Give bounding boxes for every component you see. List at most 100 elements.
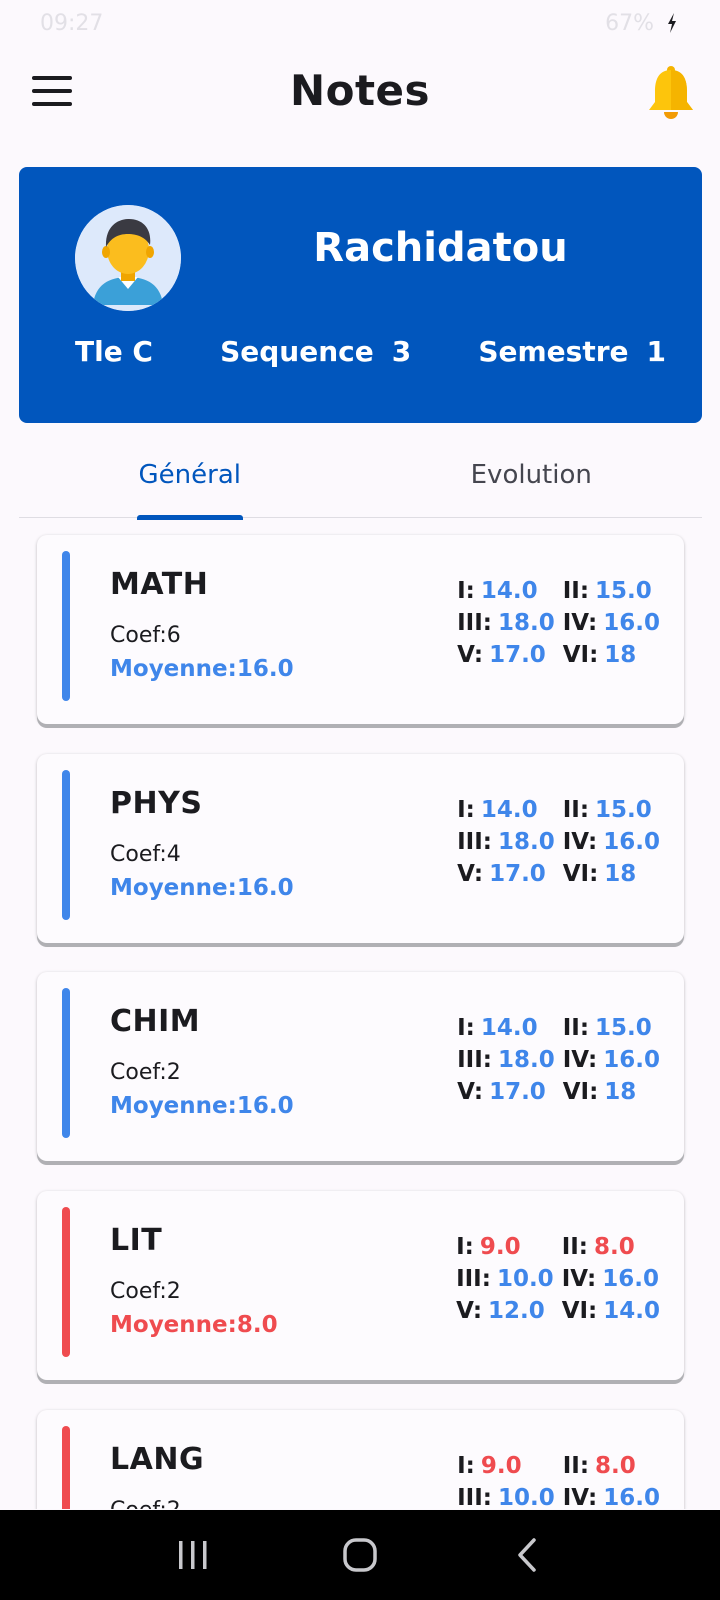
tab-evolution[interactable]: Evolution xyxy=(361,432,703,517)
grade-label: I: xyxy=(456,1234,474,1260)
subjects-list[interactable]: MATH Coef:6 Moyenne:16.0 I: 14.0 II: 15.0 III: 1… xyxy=(0,519,720,1509)
grade-item: I: 14.0 xyxy=(457,1014,555,1042)
back-icon xyxy=(517,1538,536,1572)
grade-value: 14.0 xyxy=(480,1015,538,1041)
grade-label: IV: xyxy=(561,1266,597,1292)
grade-label: III: xyxy=(457,829,492,855)
recent-apps-button[interactable] xyxy=(163,1525,223,1585)
page-title: Notes xyxy=(289,65,431,115)
grade-item: II: 15.0 xyxy=(563,1014,660,1042)
grade-label: V: xyxy=(457,642,484,668)
grade-item: VI: 18 xyxy=(563,1078,660,1106)
subject-card[interactable]: LANGCoef:2Moyenne:8.0I:9.0II:8.0III:10.0… xyxy=(37,1410,684,1509)
subject-card[interactable]: PHYS Coef:4 Moyenne:16.0 I: 14.0 II: 15.0 III: 1… xyxy=(37,754,684,943)
semestre-value: 1 xyxy=(646,335,666,368)
status-time: 09:27 xyxy=(40,10,104,36)
grade-item: VI: 18 xyxy=(563,860,660,888)
sequence-grades: I: 14.0 II: 15.0 III: 18.0 IV: 16.0 V: 17.0 VI: 18 xyxy=(457,796,660,888)
grade-value: 18 xyxy=(604,1079,637,1105)
app-bar: Notes xyxy=(0,46,720,134)
subject-card[interactable]: LIT Coef:2 Moyenne:8.0 I: 9.0 II: 8.0 III: 10.0 I… xyxy=(37,1191,684,1380)
menu-icon-line xyxy=(32,102,72,106)
grade-value: 18.0 xyxy=(497,1047,555,1073)
menu-icon-line xyxy=(32,76,72,80)
grade-item: V: 17.0 xyxy=(457,860,555,888)
grade-value: 9.0 xyxy=(480,1453,522,1479)
grade-value: 17.0 xyxy=(489,1079,546,1105)
menu-icon-line xyxy=(32,89,72,93)
grade-value: 16.0 xyxy=(603,610,660,636)
grade-label: IV: xyxy=(562,829,598,855)
grade-label: VI: xyxy=(562,1079,599,1105)
grade-item: V: 17.0 xyxy=(457,641,555,669)
grade-label: IV: xyxy=(562,1047,598,1073)
subject-card[interactable]: MATH Coef:6 Moyenne:16.0 I: 14.0 II: 15.0 III: 1… xyxy=(37,535,684,724)
grade-item: II: 8.0 xyxy=(563,1452,660,1480)
grade-value: 18.0 xyxy=(497,610,555,636)
home-icon xyxy=(343,1538,377,1572)
subject-name: MATH xyxy=(110,567,209,602)
status-accent-bar xyxy=(62,551,70,701)
grade-item: II: 15.0 xyxy=(563,796,660,824)
grade-value: 8.0 xyxy=(595,1453,636,1479)
grade-item: III: 10.0 xyxy=(457,1484,555,1509)
sequence-value: 3 xyxy=(391,335,412,368)
tab-general[interactable]: Général xyxy=(19,432,361,517)
grade-value: 14.0 xyxy=(480,578,538,604)
grade-value: 10.0 xyxy=(497,1485,555,1509)
sequence-info: Sequence 3 xyxy=(220,335,411,368)
battery-icon xyxy=(668,13,676,33)
status-accent-bar xyxy=(62,988,70,1138)
avatar xyxy=(75,205,181,311)
grade-value: 16.0 xyxy=(603,1047,660,1073)
battery-level: 67% xyxy=(605,10,654,36)
recent-apps-icon xyxy=(179,1541,207,1569)
sequence-grades: I: 9.0 II: 8.0 III: 10.0 IV: 16.0 xyxy=(457,1452,660,1509)
grade-value: 18 xyxy=(604,642,637,668)
grade-value: 18 xyxy=(604,861,637,887)
home-button[interactable] xyxy=(330,1525,390,1585)
grade-value: 16.0 xyxy=(603,829,660,855)
notifications-button[interactable] xyxy=(644,64,698,122)
grade-value: 18.0 xyxy=(497,829,555,855)
grade-item: II: 8.0 xyxy=(562,1233,660,1261)
grade-label: IV: xyxy=(562,1485,598,1509)
student-info-row: Tle C Sequence 3 Semestre 1 xyxy=(75,335,666,368)
tab-bar: Général Evolution xyxy=(19,432,703,520)
grade-label: VI: xyxy=(562,642,599,668)
grade-item: V: 17.0 xyxy=(457,1078,555,1106)
subject-coefficient: Coef:4 xyxy=(110,842,181,867)
grade-item: V: 12.0 xyxy=(456,1297,554,1325)
grade-label: III: xyxy=(457,610,492,636)
bell-icon xyxy=(649,66,693,119)
subject-average: Moyenne:16.0 xyxy=(110,875,294,901)
grade-item: III: 10.0 xyxy=(456,1265,554,1293)
status-indicators: 67% xyxy=(605,11,680,36)
grade-label: II: xyxy=(562,1015,590,1041)
grade-label: II: xyxy=(562,797,590,823)
student-avatar-icon xyxy=(75,205,181,311)
system-navigation-bar xyxy=(0,1510,720,1600)
grade-value: 10.0 xyxy=(496,1266,554,1292)
grade-value: 16.0 xyxy=(603,1485,660,1509)
status-accent-bar xyxy=(62,1426,70,1509)
subject-card[interactable]: CHIM Coef:2 Moyenne:16.0 I: 14.0 II: 15.0 III: 1… xyxy=(37,972,684,1161)
grade-label: IV: xyxy=(562,610,598,636)
back-button[interactable] xyxy=(497,1525,557,1585)
student-name: Rachidatou xyxy=(313,225,568,271)
grade-label: III: xyxy=(457,1047,492,1073)
grade-label: I: xyxy=(457,578,475,604)
grade-value: 15.0 xyxy=(595,578,652,604)
status-accent-bar xyxy=(62,1207,70,1357)
menu-button[interactable] xyxy=(32,76,72,106)
subject-coefficient: Coef:2 xyxy=(110,1060,181,1085)
subject-coefficient: Coef:6 xyxy=(110,623,181,648)
grade-item: III: 18.0 xyxy=(457,828,555,856)
class-label: Tle C xyxy=(75,335,153,368)
grade-label: II: xyxy=(562,578,590,604)
grade-item: I: 14.0 xyxy=(457,796,555,824)
grade-label: V: xyxy=(456,1298,483,1324)
grade-item: II: 15.0 xyxy=(563,577,660,605)
sequence-grades: I: 14.0 II: 15.0 III: 18.0 IV: 16.0 V: 17.0 VI: 18 xyxy=(457,577,660,669)
grade-label: I: xyxy=(457,797,475,823)
